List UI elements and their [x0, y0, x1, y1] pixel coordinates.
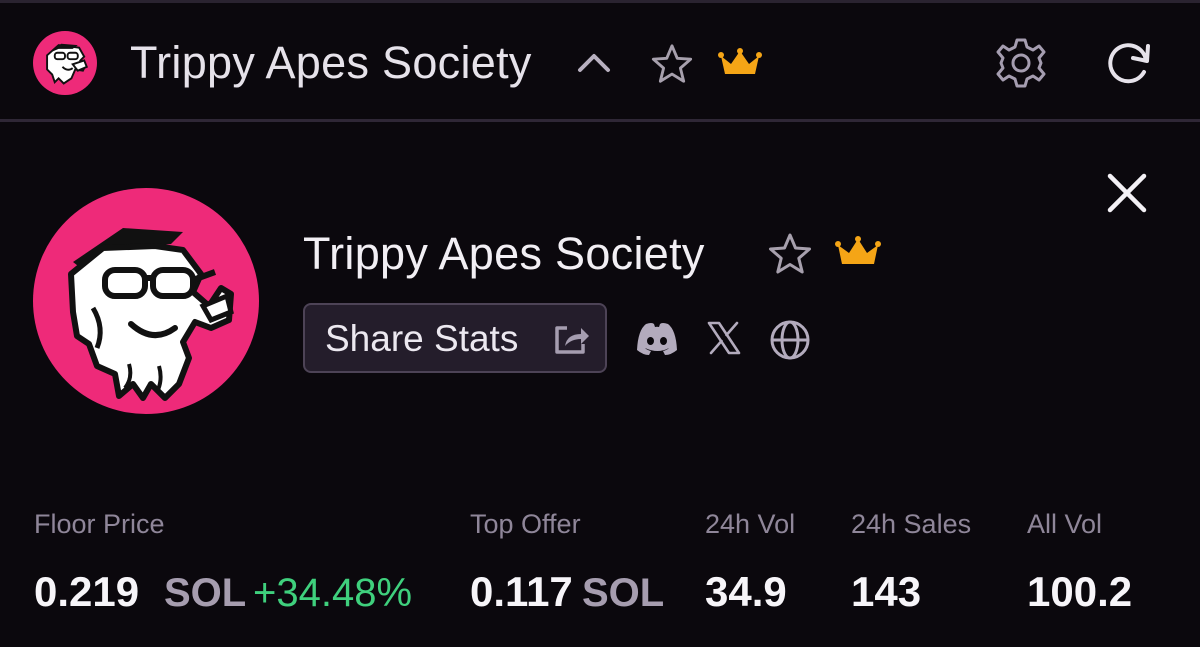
share-icon: [555, 326, 589, 354]
floor-price-change: +34.48%: [253, 571, 413, 615]
discord-icon[interactable]: [634, 320, 680, 358]
collection-name: Trippy Apes Society: [303, 228, 705, 279]
floor-price-value: 0.219: [34, 568, 140, 615]
star-icon[interactable]: [649, 42, 695, 86]
vol-24h-label: 24h Vol: [705, 509, 796, 539]
top-offer-label: Top Offer: [470, 509, 581, 539]
globe-icon[interactable]: [768, 318, 812, 362]
all-vol-label: All Vol: [1027, 509, 1103, 539]
all-vol-value: 100.2: [1027, 568, 1133, 615]
x-icon[interactable]: [704, 318, 744, 358]
sales-24h-value: 143: [851, 568, 922, 615]
crown-icon: [835, 236, 881, 264]
vol-24h-value: 34.9: [705, 568, 787, 615]
chevron-up-icon[interactable]: [574, 48, 614, 78]
floor-price-label: Floor Price: [34, 509, 165, 539]
floor-price-unit: SOL: [164, 571, 247, 615]
sales-24h-label: 24h Sales: [851, 509, 972, 539]
crown-icon: [718, 48, 762, 74]
collection-avatar[interactable]: [33, 31, 97, 95]
share-stats-label: Share Stats: [325, 318, 519, 359]
top-offer-unit: SOL: [582, 571, 665, 615]
favorite-star-icon[interactable]: [766, 231, 814, 277]
gear-icon[interactable]: [994, 36, 1048, 90]
refresh-icon[interactable]: [1104, 38, 1154, 88]
share-stats-button[interactable]: Share Stats: [303, 303, 607, 373]
header-title[interactable]: Trippy Apes Society: [130, 38, 532, 88]
close-icon[interactable]: [1104, 170, 1150, 216]
top-offer-value: 0.117: [470, 568, 573, 615]
collection-logo: [33, 188, 259, 414]
header-divider: [0, 119, 1200, 122]
